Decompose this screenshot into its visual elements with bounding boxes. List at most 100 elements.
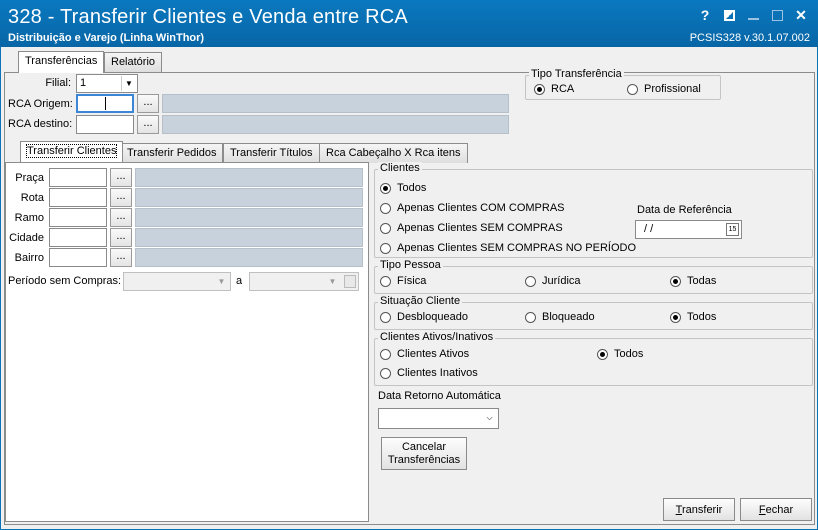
radio-desbloqueado[interactable]: Desbloqueado — [380, 311, 468, 323]
radio-sem-compras-circle — [380, 222, 391, 234]
ramo-search-button[interactable]: ... — [110, 208, 132, 227]
client-area: Transferências Relatório Filial: 1 ▼ RCA… — [1, 47, 817, 529]
minimize-button[interactable] — [744, 6, 762, 24]
tab-rca-cabecalho-label: Rca Cabeçalho X Rca itens — [326, 147, 461, 159]
close-icon: ✕ — [795, 6, 807, 23]
maximize-button[interactable] — [768, 6, 786, 24]
version-label: PCSIS328 v.30.1.07.002 — [689, 32, 810, 44]
tab-transferir-titulos[interactable]: Transferir Títulos — [223, 143, 320, 163]
praca-label: Praça — [15, 172, 44, 184]
rca-destino-label: RCA destino: — [8, 118, 73, 130]
rca-origem-search-button[interactable]: ... — [137, 94, 159, 113]
rca-destino-search-button[interactable]: ... — [137, 115, 159, 134]
calendar-icon[interactable]: 15 — [726, 223, 739, 236]
window-subtitle: Distribuição e Varejo (Linha WinThor) — [8, 32, 205, 44]
tab-transferir-pedidos-label: Transferir Pedidos — [127, 147, 217, 159]
radio-clientes-ativos-label: Clientes Ativos — [397, 348, 470, 360]
radio-fisica[interactable]: Física — [380, 275, 426, 287]
radio-situacao-todos[interactable]: Todos — [670, 311, 716, 323]
tab-transferir-titulos-label: Transferir Títulos — [230, 147, 313, 159]
title-bar: 328 - Transferir Clientes e Venda entre … — [0, 0, 818, 47]
radio-clientes-inativos-circle — [380, 367, 391, 379]
rca-origem-input[interactable] — [76, 94, 134, 113]
rca-destino-input[interactable] — [76, 115, 134, 134]
ramo-label: Ramo — [14, 212, 44, 224]
chevron-down-icon: ▼ — [328, 277, 337, 286]
radio-fisica-label: Física — [397, 275, 427, 287]
radio-sem-compras[interactable]: Apenas Clientes SEM COMPRAS — [380, 222, 563, 234]
radio-clientes-todos[interactable]: Todos — [380, 182, 426, 194]
praca-input[interactable] — [49, 168, 107, 187]
bairro-input[interactable] — [49, 248, 107, 267]
radio-juridica-circle — [525, 275, 536, 287]
radio-clientes-inativos[interactable]: Clientes Inativos — [380, 367, 478, 379]
close-button[interactable]: ✕ — [792, 6, 810, 24]
radio-clientes-todos-label: Todos — [397, 182, 427, 194]
rca-origem-name-field — [162, 94, 509, 113]
chevron-down-icon: ▼ — [217, 277, 226, 286]
data-retorno-select[interactable]: ⌵ — [378, 408, 499, 429]
rca-origem-label: RCA Origem: — [8, 98, 73, 110]
situacao-cliente-title: Situação Cliente — [378, 295, 463, 307]
tab-transferir-clientes-label: Transferir Clientes — [25, 144, 118, 158]
radio-bloqueado-circle — [525, 311, 536, 323]
praca-name-field — [135, 168, 363, 187]
radio-rca[interactable]: RCA — [534, 83, 574, 95]
radio-com-compras[interactable]: Apenas Clientes COM COMPRAS — [380, 202, 565, 214]
bairro-search-button[interactable]: ... — [110, 248, 132, 267]
tab-transferencias-label: Transferências — [25, 55, 98, 67]
transferir-button[interactable]: Transferir — [663, 498, 735, 521]
radio-sem-compras-periodo-label: Apenas Clientes SEM COMPRAS NO PERÍODO — [397, 242, 637, 254]
cidade-label: Cidade — [9, 232, 44, 244]
rota-label: Rota — [20, 192, 44, 204]
fechar-button[interactable]: Fechar — [740, 498, 812, 521]
tab-rca-cabecalho[interactable]: Rca Cabeçalho X Rca itens — [319, 143, 468, 163]
radio-ativos-todos-circle — [597, 348, 608, 360]
clientes-ativos-group: Clientes Ativos/Inativos Clientes Ativos… — [374, 331, 813, 386]
cidade-search-button[interactable]: ... — [110, 228, 132, 247]
rota-search-button[interactable]: ... — [110, 188, 132, 207]
tipo-transferencia-title: Tipo Transferência — [529, 68, 624, 80]
tab-transferir-pedidos[interactable]: Transferir Pedidos — [120, 143, 224, 163]
radio-ativos-todos[interactable]: Todos — [597, 348, 643, 360]
periodo-inicio-select[interactable]: ▼ — [123, 272, 231, 291]
radio-sem-compras-periodo[interactable]: Apenas Clientes SEM COMPRAS NO PERÍODO — [380, 242, 636, 254]
minimize-icon — [747, 18, 759, 20]
cancelar-line1: Cancelar — [401, 440, 447, 453]
filters-panel: Praça ... Rota ... Ramo ... Cidade ... B… — [5, 162, 369, 522]
tipo-transferencia-group: Tipo Transferência RCA Profissional — [525, 68, 721, 100]
data-referencia-input[interactable]: / / 15 — [635, 220, 742, 239]
maximize-icon — [771, 9, 783, 21]
cidade-input[interactable] — [49, 228, 107, 247]
main-panel: Filial: 1 ▼ RCA Origem: ... RCA destino:… — [4, 68, 815, 525]
periodo-fim-select[interactable]: ▼ — [249, 272, 359, 291]
radio-bloqueado[interactable]: Bloqueado — [525, 311, 595, 323]
radio-desbloqueado-circle — [380, 311, 391, 323]
rca-destino-name-field — [162, 115, 509, 134]
window-style-button[interactable] — [720, 6, 738, 24]
filial-select[interactable]: 1 ▼ — [76, 74, 138, 93]
clientes-title: Clientes — [378, 162, 422, 174]
rota-input[interactable] — [49, 188, 107, 207]
ramo-input[interactable] — [49, 208, 107, 227]
radio-clientes-ativos[interactable]: Clientes Ativos — [380, 348, 469, 360]
praca-search-button[interactable]: ... — [110, 168, 132, 187]
tipo-pessoa-group: Tipo Pessoa Física Jurídica Todas — [374, 259, 813, 294]
radio-sem-compras-periodo-circle — [380, 242, 391, 254]
window-title: 328 - Transferir Clientes e Venda entre … — [8, 6, 408, 28]
cancelar-line2: Transferências — [387, 453, 461, 466]
situacao-cliente-group: Situação Cliente Desbloqueado Bloqueado … — [374, 295, 813, 330]
radio-profissional[interactable]: Profissional — [627, 83, 701, 95]
cancelar-transferencias-button[interactable]: Cancelar Transferências — [381, 437, 467, 470]
radio-desbloqueado-label: Desbloqueado — [397, 311, 468, 323]
radio-profissional-circle — [627, 83, 638, 95]
tab-transferir-clientes[interactable]: Transferir Clientes — [20, 141, 124, 162]
data-referencia-label: Data de Referência — [637, 204, 732, 216]
clientes-group: Clientes Todos Apenas Clientes COM COMPR… — [374, 162, 813, 258]
radio-pessoa-todas[interactable]: Todas — [670, 275, 716, 287]
radio-sem-compras-label: Apenas Clientes SEM COMPRAS — [397, 222, 563, 234]
tab-transferencias[interactable]: Transferências — [18, 51, 105, 73]
tab-relatorio[interactable]: Relatório — [104, 52, 163, 72]
radio-juridica[interactable]: Jurídica — [525, 275, 581, 287]
help-button[interactable]: ? — [696, 6, 714, 24]
